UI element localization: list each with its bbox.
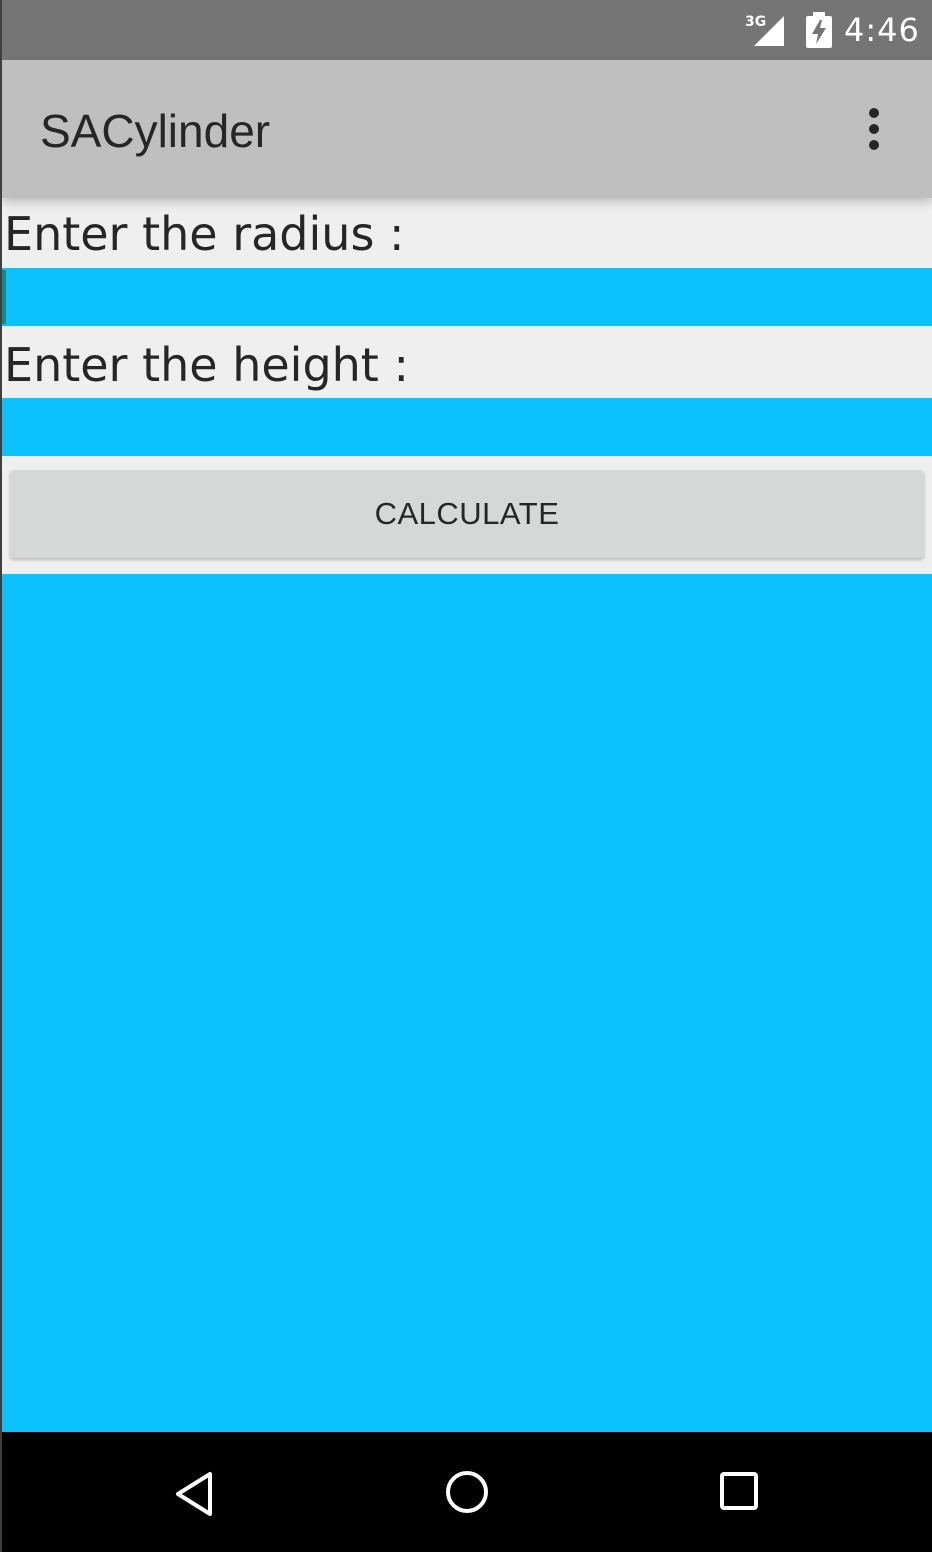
menu-dot (869, 124, 879, 134)
radius-label-row: Enter the radius : (2, 205, 932, 268)
text-cursor (2, 270, 6, 324)
app-title: SACylinder (40, 105, 271, 157)
height-input[interactable] (2, 398, 932, 456)
overflow-menu-icon[interactable] (854, 104, 894, 154)
app-bar: SACylinder (2, 60, 932, 198)
radius-label: Enter the radius : (4, 207, 405, 261)
app-screen: 3G 4:46 SACylinder Enter the radius : En… (2, 0, 932, 1552)
signal-3g-icon: 3G (745, 14, 784, 46)
height-label: Enter the height : (4, 338, 409, 392)
calculate-button[interactable]: CALCULATE (10, 470, 924, 558)
button-container: CALCULATE (2, 456, 932, 574)
home-icon[interactable] (435, 1462, 499, 1526)
battery-charging-icon (806, 12, 832, 48)
recents-icon[interactable] (707, 1462, 771, 1526)
status-bar: 3G 4:46 (2, 0, 932, 60)
menu-dot (869, 140, 879, 150)
result-area (2, 574, 932, 1432)
menu-dot (869, 108, 879, 118)
radius-input[interactable] (2, 268, 932, 326)
status-time: 4:46 (844, 11, 920, 49)
height-label-row: Enter the height : (2, 326, 932, 398)
network-type-label: 3G (745, 14, 766, 30)
navigation-bar (2, 1432, 932, 1552)
back-icon[interactable] (164, 1462, 228, 1526)
